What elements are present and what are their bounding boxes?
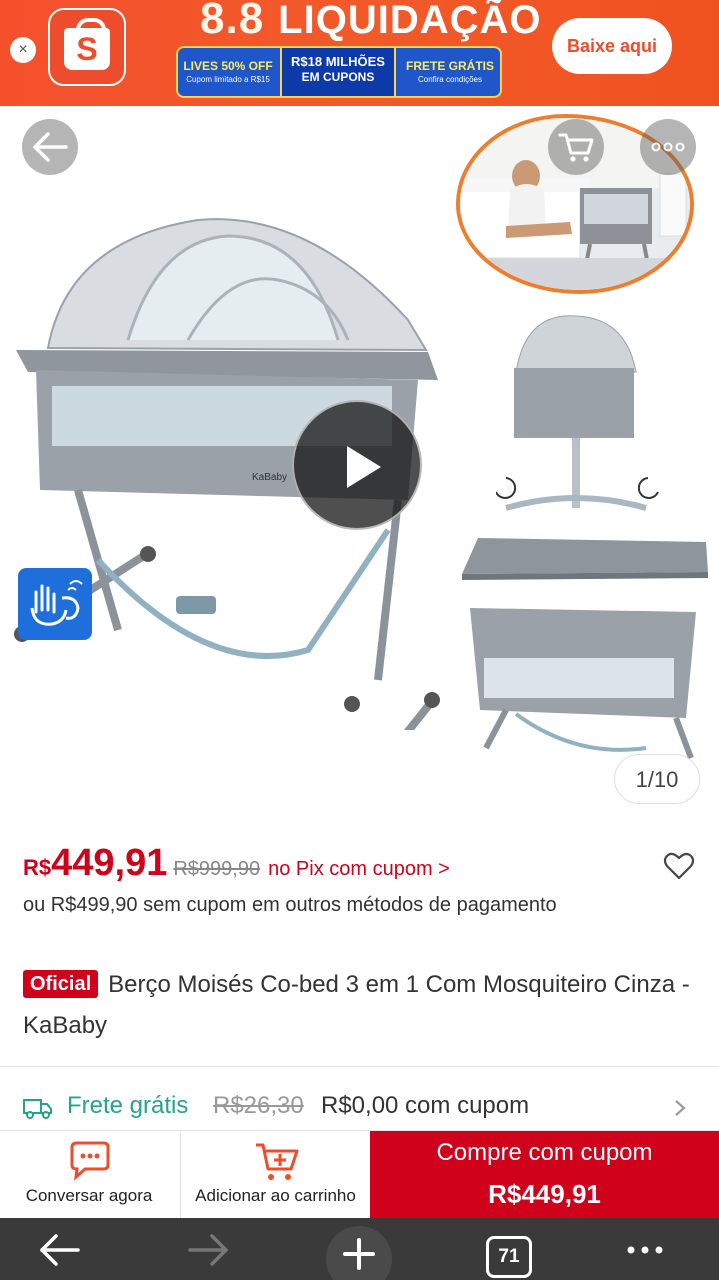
buy-price: R$449,91 <box>488 1179 601 1209</box>
video-play-button[interactable] <box>292 400 422 530</box>
add-to-cart-button[interactable]: Adicionar ao carrinho <box>180 1131 370 1219</box>
sign-language-button[interactable] <box>18 568 92 640</box>
browser-menu-button[interactable] <box>620 1230 670 1270</box>
promo-number: 8.8 <box>200 0 265 43</box>
download-app-button[interactable]: Baixe aqui <box>552 18 672 74</box>
pill-title: FRETE GRÁTIS <box>405 59 494 73</box>
gallery-counter: 1/10 <box>614 754 700 804</box>
cart-button[interactable] <box>548 119 604 175</box>
heart-icon[interactable] <box>663 850 695 882</box>
official-badge: Oficial <box>23 970 99 998</box>
price-row: R$449,91 R$999,90 no Pix com cupom > <box>23 842 663 890</box>
pix-coupon-link[interactable]: no Pix com cupom > <box>268 858 450 880</box>
pill-title: R$18 MILHÕES <box>291 54 385 69</box>
sign-language-hands-icon <box>30 580 83 626</box>
price-original: R$999,90 <box>173 858 261 880</box>
pill-title: LIVES 50% OFF <box>183 59 273 73</box>
product-title: Berço Moisés Co-bed 3 em 1 Com Mosquitei… <box>23 971 690 1039</box>
plus-icon <box>343 1238 375 1270</box>
new-tab-button[interactable] <box>326 1226 392 1280</box>
brand-letter: S <box>76 31 98 67</box>
chat-icon <box>70 1141 110 1181</box>
more-dots-icon <box>651 142 685 152</box>
shipping-old-price: R$26,30 <box>213 1092 304 1119</box>
crib-open-view-image <box>470 608 696 760</box>
more-dots-icon <box>627 1246 663 1254</box>
price-value: 449,91 <box>51 842 168 884</box>
tab-count-button[interactable]: 71 <box>486 1236 532 1278</box>
arrow-right-icon <box>188 1234 228 1266</box>
shopping-bag-icon: S <box>64 18 110 70</box>
browser-back-button[interactable] <box>34 1230 84 1270</box>
mattress-image <box>462 538 708 580</box>
add-to-cart-icon <box>256 1143 299 1180</box>
arrow-left-icon <box>40 1234 80 1266</box>
price-currency: R$ <box>23 855 52 880</box>
promo-pills: LIVES 50% OFF Cupom limitado a R$15 R$18… <box>176 46 502 98</box>
promo-pill-lives: LIVES 50% OFF Cupom limitado a R$15 <box>178 48 278 96</box>
arrow-left-icon <box>33 132 68 162</box>
shipping-row[interactable]: Frete grátis R$26,30 R$0,00 com cupom <box>23 1088 703 1128</box>
pill-subtitle: EM CUPONS <box>301 70 375 84</box>
pill-subtitle: Confira condições <box>417 75 483 84</box>
alt-payment-price: ou R$499,90 sem cupom em outros métodos … <box>23 894 557 916</box>
buy-label: Compre com cupom <box>436 1139 653 1166</box>
shopee-logo: S <box>48 8 126 86</box>
promo-banner[interactable]: × S 8.8 LIQUIDAÇÃO LIVES 50% OFF Cupom li… <box>0 0 719 106</box>
browser-forward-button[interactable] <box>184 1230 234 1270</box>
chat-now-label: Conversar agora <box>25 1186 153 1205</box>
product-title-block: Oficial Berço Moisés Co-bed 3 em 1 Com Mo… <box>23 964 703 1046</box>
close-icon[interactable]: × <box>10 37 36 63</box>
more-options-button[interactable] <box>640 119 696 175</box>
promo-pill-cupons: R$18 MILHÕES EM CUPONS <box>280 48 396 96</box>
truck-icon <box>23 1099 52 1119</box>
promo-pill-frete: FRETE GRÁTIS Confira condições <box>398 48 502 96</box>
promo-title: 8.8 LIQUIDAÇÃO <box>200 0 542 44</box>
pill-subtitle: Cupom limitado a R$15 <box>186 75 270 84</box>
add-to-cart-label: Adicionar ao carrinho <box>195 1186 356 1205</box>
chat-now-button[interactable]: Conversar agora <box>0 1131 178 1219</box>
product-gallery[interactable]: KaBaby 1/10 <box>0 106 719 826</box>
bottom-action-bar: Conversar agora Adicionar ao carrinho Co… <box>0 1130 719 1219</box>
buy-with-coupon-button[interactable]: Compre com cupom R$449,91 <box>370 1131 719 1219</box>
back-button[interactable] <box>22 119 78 175</box>
cart-icon <box>558 133 594 162</box>
browser-toolbar: 71 <box>0 1218 719 1280</box>
chevron-right-icon <box>675 1100 686 1116</box>
crib-brand-text: KaBaby <box>252 472 287 483</box>
crib-side-view-image <box>496 315 659 511</box>
divider <box>0 1066 719 1067</box>
promo-word: LIQUIDAÇÃO <box>278 0 542 42</box>
shipping-new-price: R$0,00 com cupom <box>321 1092 530 1119</box>
free-shipping-label: Frete grátis <box>67 1092 189 1119</box>
